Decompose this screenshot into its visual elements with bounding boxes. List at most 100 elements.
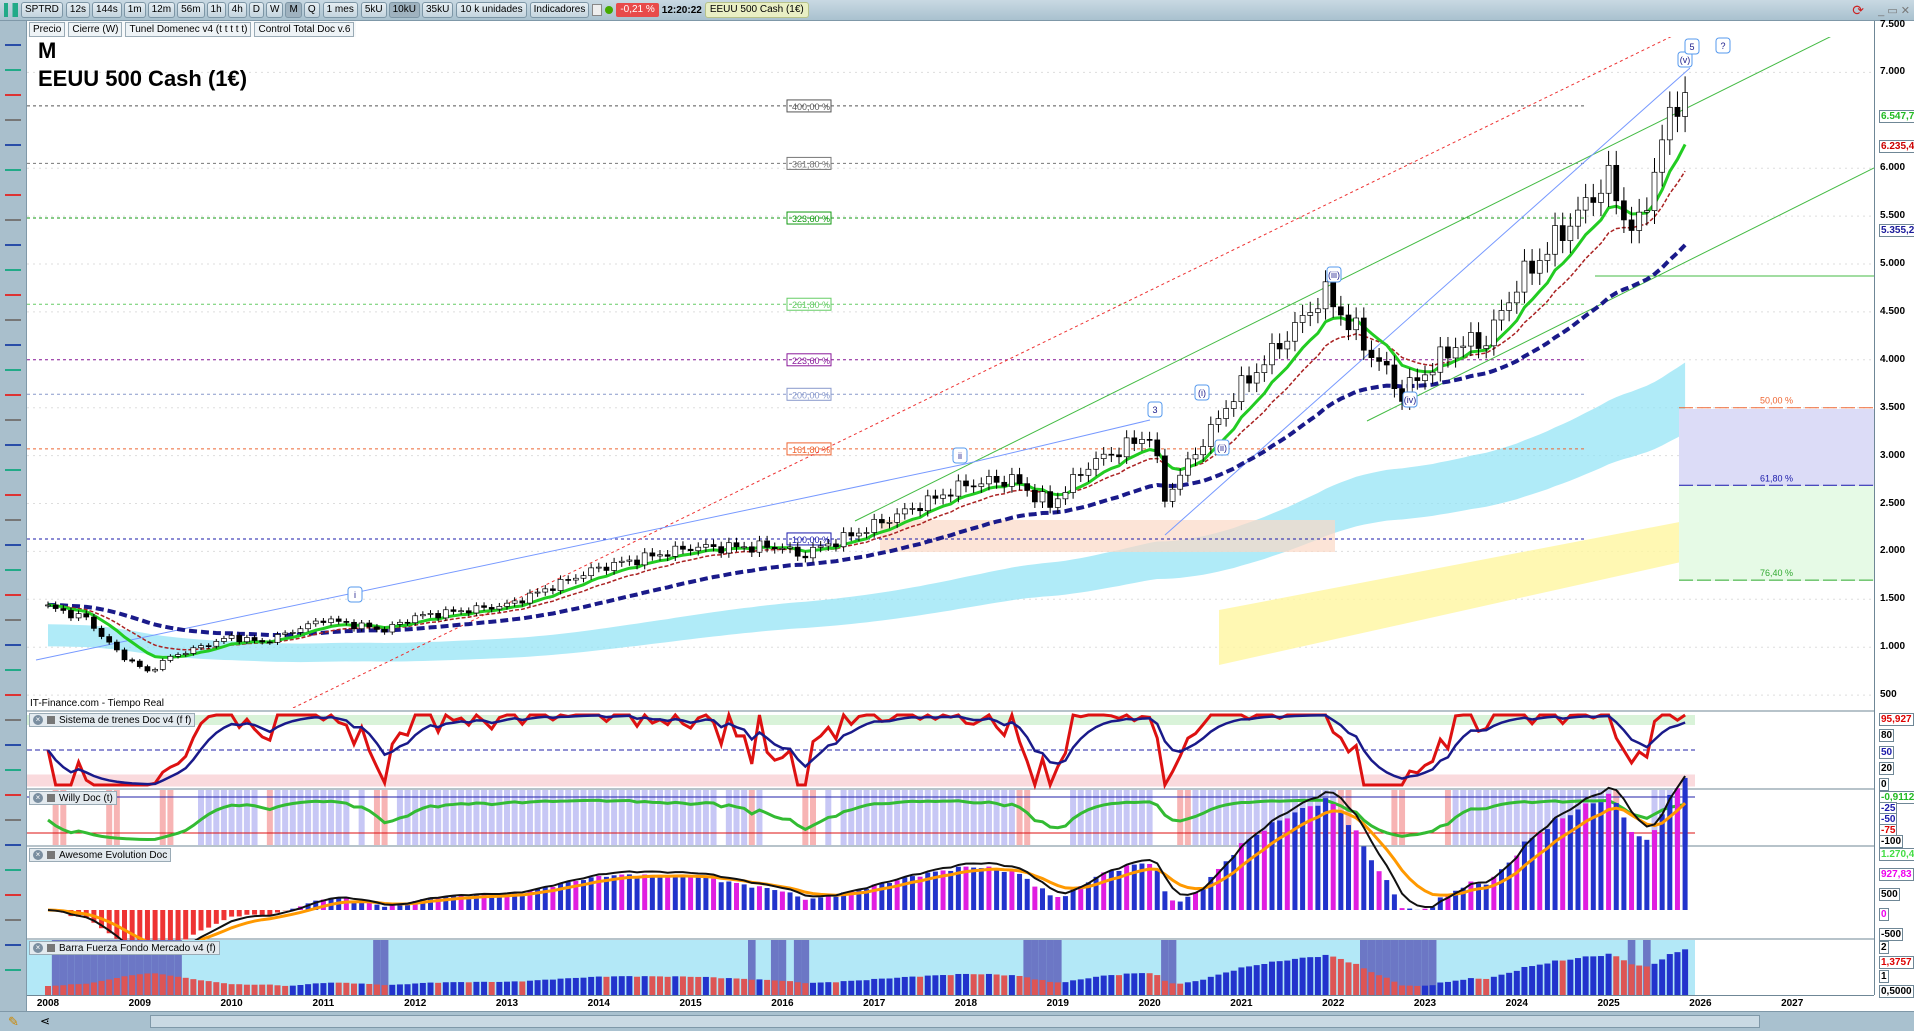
candle — [856, 532, 862, 537]
candle — [91, 616, 97, 629]
price-axis[interactable]: 7.500 7.000 6.000 5.500 5.000 4.500 4.000 3.500… — [1874, 19, 1914, 998]
candle — [603, 566, 610, 571]
bottom-bar: ✎ ⋖ — [0, 1011, 1914, 1031]
candle — [1207, 424, 1214, 447]
panel-axis-label: 95,927 — [1879, 713, 1914, 726]
barra-bar — [1682, 949, 1689, 995]
panel-axis-label: 1 — [1879, 970, 1889, 984]
year-label: 2017 — [863, 998, 886, 1009]
time-scrollbar[interactable] — [150, 1015, 1760, 1028]
pencil-icon[interactable]: ✎ — [8, 1014, 19, 1030]
close-icon[interactable]: × — [33, 793, 43, 803]
willy-bar — [1521, 790, 1528, 845]
candle — [542, 588, 549, 593]
barra-bar — [45, 986, 51, 995]
wave-label: 5 — [1689, 42, 1694, 52]
barra-bar — [886, 978, 893, 995]
willy-bar — [412, 790, 419, 845]
barra-bar — [1154, 975, 1161, 995]
close-icon[interactable]: × — [33, 715, 43, 725]
candle — [1276, 343, 1283, 350]
awesome-bar — [1269, 822, 1275, 910]
candle — [381, 629, 388, 633]
year-label: 2009 — [128, 998, 151, 1009]
barra-bar — [1467, 978, 1474, 995]
barra-bar — [481, 981, 488, 995]
close-icon[interactable]: × — [33, 850, 43, 860]
barra-bar — [1008, 975, 1015, 995]
barra-bar — [1177, 983, 1184, 995]
year-label: 2011 — [312, 998, 335, 1009]
panel-axis-label: 927,83 — [1879, 868, 1914, 881]
barra-bar — [220, 983, 227, 995]
awesome-bar — [1093, 876, 1099, 910]
price-tick: 1.500 — [1880, 593, 1906, 605]
awesome-bar — [236, 910, 242, 917]
awesome-bar — [1047, 895, 1053, 910]
barra-bar — [1131, 973, 1138, 995]
barra-bar — [404, 984, 411, 995]
barra-bar — [572, 977, 579, 995]
panel-title[interactable]: × Barra Fuerza Fondo Mercado v4 (f) — [29, 941, 220, 955]
willy-bar — [1146, 790, 1153, 845]
candle — [725, 542, 732, 554]
share-icon[interactable]: ⋖ — [40, 1014, 50, 1028]
willy-bar — [947, 790, 954, 845]
willy-bar — [733, 790, 740, 845]
barra-bar — [542, 979, 549, 995]
fib-label: 323,60 % — [792, 214, 830, 224]
candle — [1636, 211, 1643, 231]
awesome-bar — [833, 896, 839, 910]
awesome-bar — [825, 896, 831, 910]
panel-title[interactable]: × Awesome Evolution Doc — [29, 848, 172, 862]
barra-bar — [67, 984, 74, 995]
barra-bar — [266, 984, 273, 995]
barra-bar — [1093, 976, 1100, 995]
barra-bar — [595, 976, 602, 995]
barra-bar — [121, 976, 128, 995]
barra-bar — [1001, 975, 1008, 995]
barra-bar — [1146, 973, 1153, 995]
barra-bar — [664, 976, 671, 995]
willy-bar — [840, 790, 847, 845]
awesome-bar — [1537, 833, 1543, 910]
candle — [993, 476, 1000, 483]
awesome-bar — [175, 910, 181, 944]
panel-title[interactable]: × Sistema de trenes Doc v4 (f f) — [29, 713, 196, 727]
willy-bar — [611, 790, 618, 845]
willy-bar — [963, 790, 969, 845]
barra-bar — [1322, 954, 1329, 995]
candle — [1299, 315, 1306, 323]
awesome-bar — [206, 910, 212, 928]
barra-bar — [1368, 972, 1375, 995]
barra-bar — [1070, 980, 1077, 995]
candle — [98, 628, 105, 637]
barra-bar — [1207, 976, 1214, 995]
year-label: 2019 — [1046, 998, 1069, 1009]
barra-bar — [687, 976, 694, 995]
barra-bar — [75, 984, 82, 995]
candle — [159, 660, 166, 670]
willy-bar — [481, 790, 488, 845]
barra-bar — [1376, 975, 1383, 995]
candle — [60, 608, 67, 611]
barra-bar — [519, 981, 526, 995]
time-axis[interactable]: 2008 2009 2010 2011 2012 2013 2014 2015 2016 2017… — [27, 995, 1874, 1011]
barra-bar — [1215, 974, 1222, 995]
close-icon[interactable]: × — [33, 943, 43, 953]
barra-bar — [771, 980, 778, 995]
awesome-bar — [726, 881, 732, 910]
willy-bar — [970, 790, 977, 845]
price-chart[interactable]: 400,00 %361,80 %323,60 %261,80 %223,60 %… — [0, 0, 1914, 1031]
awesome-bar — [680, 875, 686, 910]
price-tick: 1.000 — [1880, 641, 1906, 653]
barra-bar — [358, 983, 365, 995]
barra-bar — [878, 978, 885, 995]
barra-bar — [511, 981, 518, 995]
candle — [442, 609, 449, 619]
panel-title[interactable]: × Willy Doc (t) — [29, 791, 117, 805]
barra-bar — [810, 982, 816, 995]
barra-bar — [557, 978, 564, 995]
barra-bar — [909, 976, 916, 995]
barra-bar — [917, 976, 924, 995]
